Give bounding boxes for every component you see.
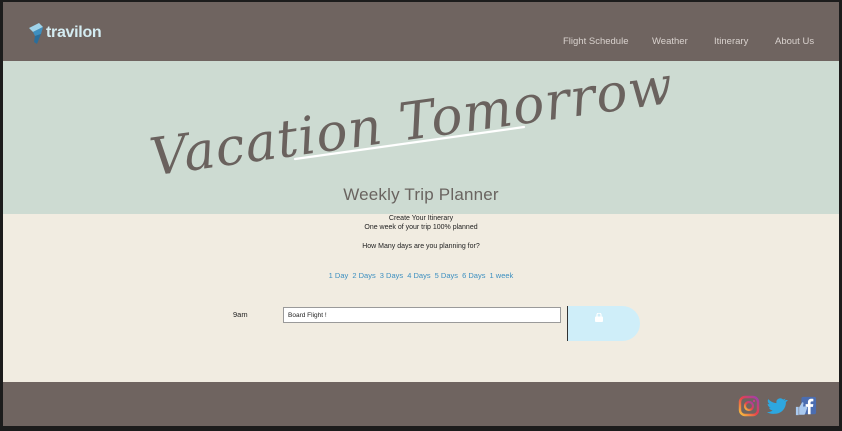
nav-link-about-us[interactable]: About Us: [775, 36, 814, 47]
save-button[interactable]: [567, 306, 640, 341]
day-option-4[interactable]: 4 Days: [407, 271, 430, 280]
page-frame: travilon Flight Schedule Weather Itinera…: [3, 2, 839, 426]
day-option-3[interactable]: 3 Days: [380, 271, 403, 280]
navbar: travilon Flight Schedule Weather Itinera…: [3, 2, 839, 61]
instagram-icon[interactable]: [738, 395, 760, 417]
hero-banner: Vacation Tomorrow Weekly Trip Planner: [3, 61, 839, 214]
day-options: 1 Day 2 Days 3 Days 4 Days 5 Days 6 Days…: [3, 271, 839, 280]
intro-heading: Create Your Itinerary: [388, 215, 454, 222]
nav-links: Flight Schedule Weather Itinerary About …: [3, 36, 839, 50]
day-option-2[interactable]: 2 Days: [352, 271, 375, 280]
day-option-week[interactable]: 1 week: [490, 271, 514, 280]
twitter-icon[interactable]: [766, 395, 788, 417]
planner-section: Create Your Itinerary One week of your t…: [3, 214, 839, 382]
footer: [3, 382, 839, 426]
lock-icon: [595, 313, 603, 322]
task-input[interactable]: [283, 307, 561, 323]
facebook-icon[interactable]: [795, 395, 817, 417]
hero-subtitle: Weekly Trip Planner: [343, 185, 499, 204]
hero-title: Vacation Tomorrow: [146, 61, 677, 189]
hour-label: 9am: [233, 310, 248, 319]
nav-link-weather[interactable]: Weather: [652, 36, 688, 47]
nav-link-flight-schedule[interactable]: Flight Schedule: [563, 36, 628, 47]
day-option-6[interactable]: 6 Days: [462, 271, 485, 280]
nav-link-itinerary[interactable]: Itinerary: [714, 36, 748, 47]
days-question: How Many days are you planning for?: [362, 243, 480, 250]
day-option-5[interactable]: 5 Days: [435, 271, 458, 280]
intro-subheading: One week of your trip 100% planned: [364, 224, 478, 231]
day-option-1[interactable]: 1 Day: [329, 271, 349, 280]
